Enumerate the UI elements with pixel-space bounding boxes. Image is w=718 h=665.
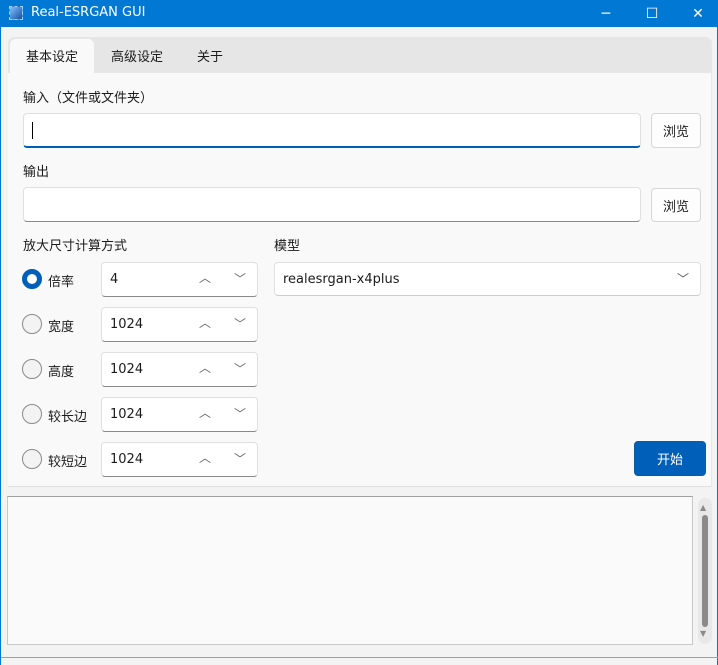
- radio-ratio[interactable]: [22, 269, 42, 289]
- increment-icon[interactable]: ︿: [199, 269, 211, 286]
- app-icon: [9, 6, 23, 20]
- maximize-button[interactable]: ☐: [629, 0, 675, 27]
- width-spinbox[interactable]: 1024 ︿ ﹀: [101, 307, 258, 342]
- model-label: 模型: [274, 239, 301, 254]
- output-browse-button[interactable]: 浏览: [651, 188, 701, 222]
- decrement-icon[interactable]: ﹀: [234, 360, 246, 377]
- ratio-spinbox[interactable]: 4 ︿ ﹀: [101, 262, 258, 297]
- radio-longer-side-label: 较长边: [48, 410, 88, 425]
- radio-shorter-side-label: 较短边: [48, 455, 88, 470]
- increment-icon[interactable]: ︿: [199, 449, 211, 466]
- scrollbar-thumb[interactable]: [702, 515, 708, 627]
- decrement-icon[interactable]: ﹀: [234, 270, 246, 287]
- radio-longer-side[interactable]: [22, 404, 42, 424]
- output-path-field[interactable]: [23, 187, 641, 222]
- scale-mode-label: 放大尺寸计算方式: [23, 239, 128, 254]
- radio-height[interactable]: [22, 359, 42, 379]
- scroll-down-icon[interactable]: ▼: [700, 629, 706, 638]
- model-dropdown[interactable]: realesrgan-x4plus ﹀: [274, 262, 701, 296]
- output-label: 输出: [23, 165, 50, 180]
- title-bar: Real-ESRGAN GUI ─ ☐ ✕: [1, 0, 718, 27]
- input-path-field[interactable]: [23, 113, 641, 148]
- start-button[interactable]: 开始: [634, 441, 706, 476]
- radio-ratio-label: 倍率: [48, 275, 75, 290]
- height-spinbox[interactable]: 1024 ︿ ﹀: [101, 352, 258, 387]
- decrement-icon[interactable]: ﹀: [234, 405, 246, 422]
- scroll-up-icon[interactable]: ▲: [700, 503, 706, 512]
- minimize-button[interactable]: ─: [583, 0, 629, 27]
- input-browse-button[interactable]: 浏览: [651, 113, 701, 148]
- increment-icon[interactable]: ︿: [199, 404, 211, 421]
- shorter-side-spinbox[interactable]: 1024 ︿ ﹀: [101, 442, 258, 477]
- tab-basic-settings[interactable]: 基本设定: [10, 39, 95, 74]
- radio-shorter-side[interactable]: [22, 449, 42, 469]
- input-label: 输入（文件或文件夹）: [23, 91, 154, 106]
- decrement-icon[interactable]: ﹀: [234, 315, 246, 332]
- increment-icon[interactable]: ︿: [199, 314, 211, 331]
- longer-side-spinbox[interactable]: 1024 ︿ ﹀: [101, 397, 258, 432]
- window-title: Real-ESRGAN GUI: [31, 5, 146, 20]
- radio-width-label: 宽度: [48, 320, 75, 335]
- text-cursor: [32, 122, 33, 139]
- log-output[interactable]: [7, 496, 693, 645]
- radio-width[interactable]: [22, 314, 42, 334]
- tab-advanced-settings[interactable]: 高级设定: [95, 39, 179, 74]
- decrement-icon[interactable]: ﹀: [234, 450, 246, 467]
- radio-height-label: 高度: [48, 365, 75, 380]
- close-button[interactable]: ✕: [675, 0, 718, 27]
- tab-about[interactable]: 关于: [181, 39, 239, 74]
- chevron-down-icon: ﹀: [677, 272, 690, 286]
- increment-icon[interactable]: ︿: [199, 359, 211, 376]
- divider: [1, 657, 718, 658]
